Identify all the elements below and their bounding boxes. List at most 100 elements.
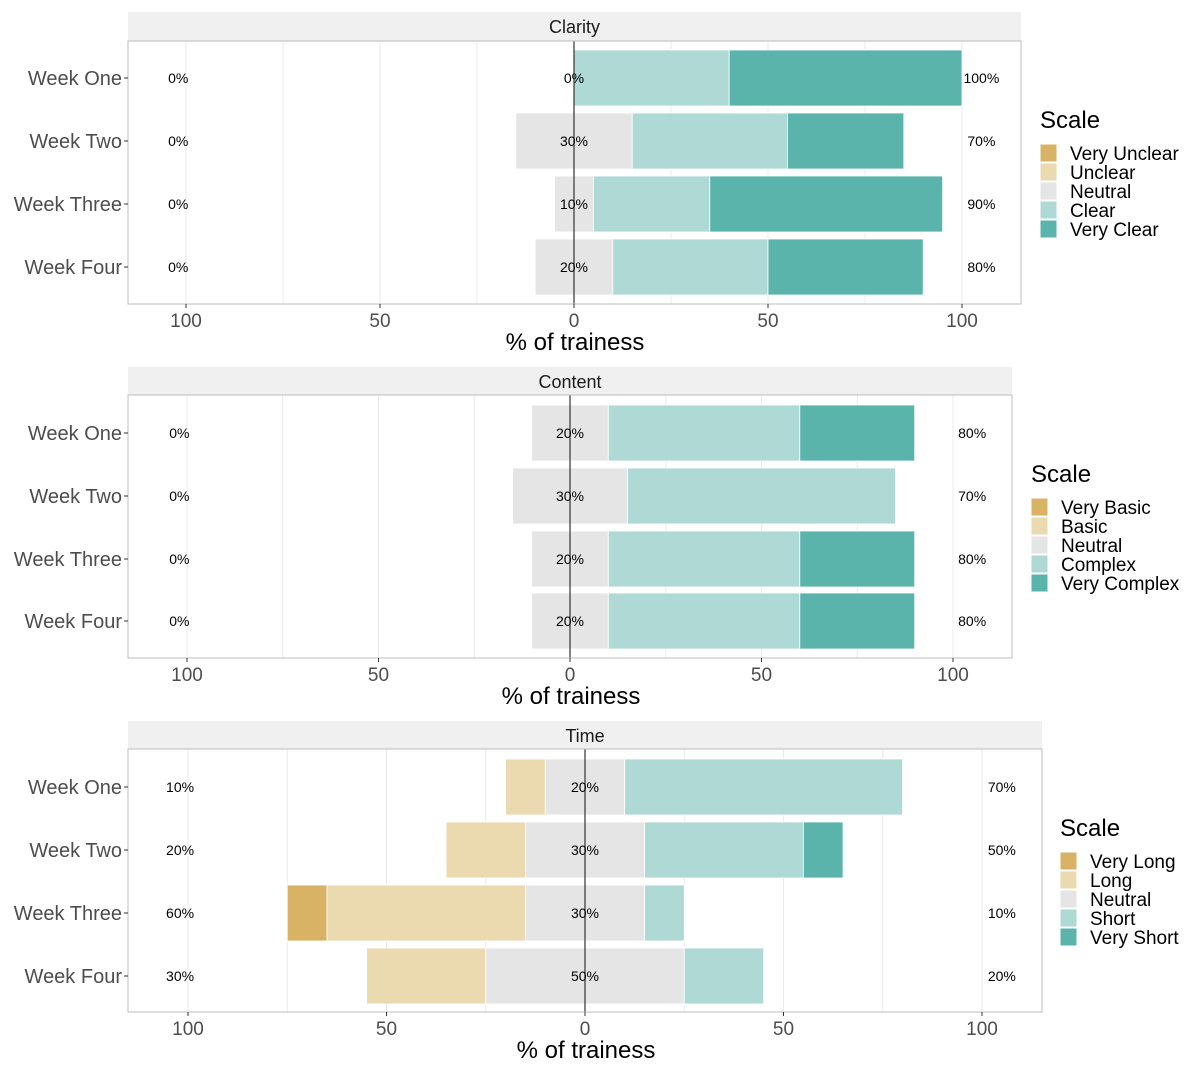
bar-segment-short	[624, 758, 904, 816]
x-axis-title: % of trainess	[517, 1037, 656, 1064]
x-tick-label: 50	[376, 1019, 397, 1040]
legend-swatch-unclear	[1039, 162, 1058, 182]
legend-label: Very Complex	[1061, 574, 1180, 595]
label-positive-pct: 70%	[988, 779, 1016, 795]
bar-segment-complex	[627, 467, 896, 525]
legend-swatch-very-complex	[1030, 573, 1049, 593]
x-tick-label: 50	[369, 311, 390, 332]
bar-segment-long	[326, 884, 526, 942]
label-positive-pct: 20%	[988, 968, 1016, 984]
label-negative-pct: 20%	[166, 842, 194, 858]
legend-label: Very Short	[1090, 928, 1179, 949]
bar-segment-clear	[573, 49, 730, 107]
label-neutral-pct: 20%	[560, 259, 588, 275]
y-tick-label: Week Two	[29, 131, 122, 153]
legend-label: Basic	[1061, 517, 1107, 538]
legend-label: Short	[1090, 909, 1136, 930]
legend-swatch-neutral	[1059, 889, 1078, 909]
legend-label: Very Unclear	[1070, 144, 1179, 165]
label-negative-pct: 0%	[169, 551, 189, 567]
y-tick-label: Week One	[28, 68, 122, 90]
legend-label: Clear	[1070, 201, 1116, 222]
legend: Scale Very BasicBasicNeutralComplexVery C…	[1030, 461, 1180, 595]
bar-segment-long	[445, 821, 526, 879]
x-tick-label: 50	[368, 665, 389, 686]
legend-title: Scale	[1060, 815, 1120, 842]
legend-label: Long	[1090, 871, 1132, 892]
bar-segment-short	[683, 947, 765, 1005]
y-tick-label: Week Two	[29, 486, 122, 508]
legend-swatch-very-long	[1059, 851, 1078, 871]
legend-swatch-neutral	[1030, 535, 1049, 555]
x-tick-label: 100	[170, 311, 202, 332]
label-neutral-pct: 20%	[571, 779, 599, 795]
legend-swatch-complex	[1030, 554, 1049, 574]
bar-segment-very-long	[286, 884, 328, 942]
legend-label: Unclear	[1070, 163, 1136, 184]
label-negative-pct: 0%	[169, 488, 189, 504]
panel-content: Content Week One 0% 20% 80% Week Two 0% 30% 70% W…	[14, 367, 1180, 710]
y-tick-label: Week Four	[25, 966, 123, 988]
label-negative-pct: 30%	[166, 968, 194, 984]
label-positive-pct: 10%	[988, 905, 1016, 921]
legend: Scale Very LongLongNeutralShortVery Short	[1059, 815, 1179, 949]
legend-swatch-very-basic	[1030, 497, 1049, 517]
label-positive-pct: 80%	[967, 259, 995, 275]
label-negative-pct: 0%	[168, 259, 188, 275]
label-neutral-pct: 10%	[560, 196, 588, 212]
y-tick-label: Week Three	[14, 903, 122, 925]
legend-swatch-clear	[1039, 200, 1058, 220]
label-positive-pct: 80%	[958, 425, 986, 441]
label-neutral-pct: 30%	[556, 488, 584, 504]
label-neutral-pct: 20%	[556, 613, 584, 629]
y-tick-label: Week Four	[25, 257, 123, 279]
legend-label: Complex	[1061, 555, 1136, 576]
label-positive-pct: 70%	[967, 133, 995, 149]
legend-label: Neutral	[1061, 536, 1122, 557]
legend-title: Scale	[1040, 107, 1100, 134]
label-neutral-pct: 20%	[556, 551, 584, 567]
label-positive-pct: 80%	[958, 613, 986, 629]
x-axis-title: % of trainess	[502, 683, 641, 710]
y-tick-label: Week Four	[25, 611, 123, 633]
legend-swatch-very-clear	[1039, 219, 1058, 239]
bar-segment-long	[366, 947, 487, 1005]
label-negative-pct: 10%	[166, 779, 194, 795]
label-negative-pct: 0%	[168, 70, 188, 86]
legend-swatch-very-unclear	[1039, 143, 1058, 163]
label-neutral-pct: 30%	[571, 842, 599, 858]
y-tick-label: Week Three	[14, 194, 122, 216]
label-positive-pct: 70%	[958, 488, 986, 504]
bar-segment-very-complex	[799, 592, 916, 650]
panel-clarity: Clarity Week One 0% 0% 100% Week Two 0% 30% 70% W…	[14, 12, 1179, 356]
facet-title: Content	[538, 372, 601, 392]
x-tick-label: 100	[937, 665, 969, 686]
x-tick-label: 50	[757, 311, 778, 332]
bar-segment-complex	[607, 530, 801, 588]
x-tick-label: 100	[171, 665, 203, 686]
legend-label: Neutral	[1070, 182, 1131, 203]
likert-chart-figure: Clarity Week One 0% 0% 100% Week Two 0% 30% 70% W…	[14, 12, 1180, 1064]
y-tick-label: Week One	[28, 423, 122, 445]
facet-title: Clarity	[549, 17, 600, 37]
bar-segment-very-clear	[709, 175, 943, 233]
label-positive-pct: 80%	[958, 551, 986, 567]
panel-time: Time Week One 10% 20% 70% Week Two 20% 30% 50% We…	[14, 721, 1179, 1064]
legend: Scale Very UnclearUnclearNeutralClearVery…	[1039, 107, 1179, 241]
bar-segment-complex	[607, 404, 801, 462]
label-positive-pct: 100%	[963, 70, 999, 86]
bar-segment-clear	[593, 175, 711, 233]
legend-swatch-short	[1059, 908, 1078, 928]
label-positive-pct: 50%	[988, 842, 1016, 858]
bar-segment-very-clear	[728, 49, 963, 107]
bar-segment-short	[644, 821, 804, 879]
legend-label: Very Basic	[1061, 498, 1151, 519]
label-negative-pct: 0%	[169, 425, 189, 441]
y-tick-label: Week Two	[29, 840, 122, 862]
label-negative-pct: 0%	[168, 133, 188, 149]
legend-label: Neutral	[1090, 890, 1151, 911]
label-neutral-pct: 50%	[571, 968, 599, 984]
bar-segment-very-clear	[767, 238, 924, 296]
legend-swatch-basic	[1030, 516, 1049, 536]
legend-title: Scale	[1031, 461, 1091, 488]
